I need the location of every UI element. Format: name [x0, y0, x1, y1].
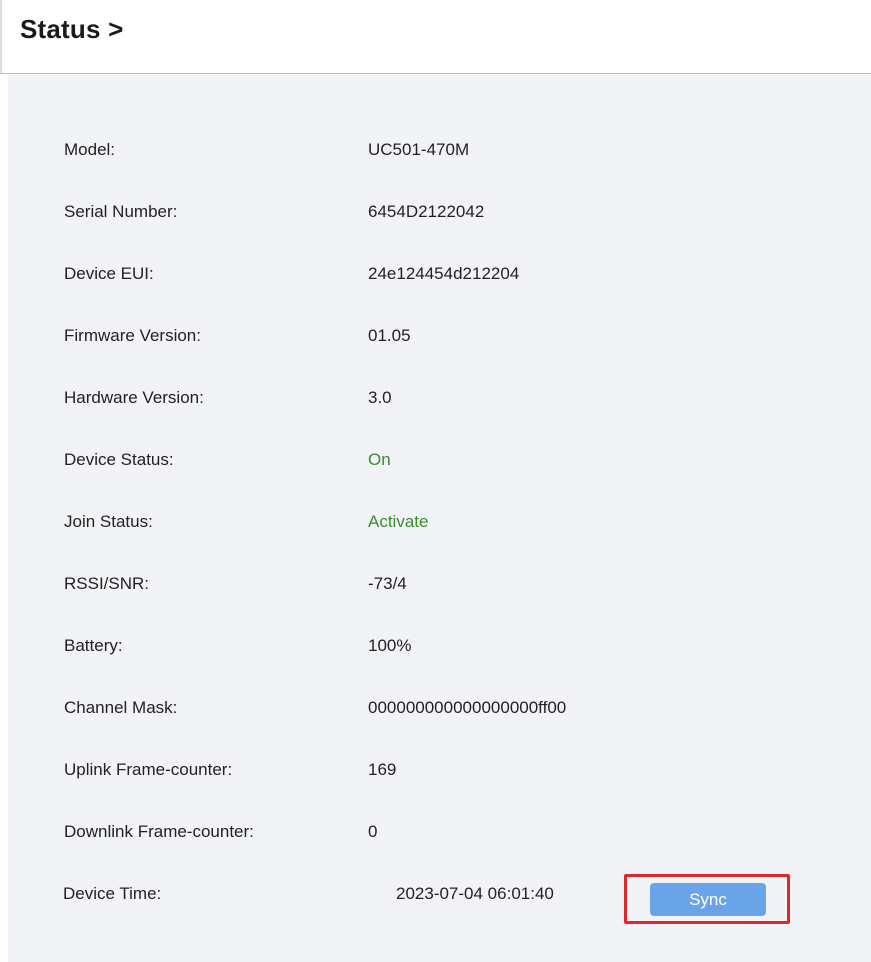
device-eui-row: Device EUI: 24e124454d212204: [8, 260, 871, 290]
hardware-version-value: 3.0: [368, 388, 392, 407]
downlink-frame-counter-row: Downlink Frame-counter: 0: [8, 818, 871, 848]
join-status-row: Join Status: Activate: [8, 508, 871, 538]
device-time-row: Device Time: 2023-07-04 06:01:40 Sync: [8, 874, 871, 924]
rssi-snr-value: -73/4: [368, 574, 407, 593]
channel-mask-label: Channel Mask:: [64, 698, 178, 717]
device-time-value: 2023-07-04 06:01:40: [396, 884, 554, 903]
firmware-version-row: Firmware Version: 01.05: [8, 322, 871, 352]
firmware-version-label: Firmware Version:: [64, 326, 201, 345]
serial-number-label: Serial Number:: [64, 202, 178, 221]
model-row: Model: UC501-470M: [8, 136, 871, 166]
join-status-value: Activate: [368, 512, 429, 531]
uplink-frame-counter-label: Uplink Frame-counter:: [64, 760, 233, 779]
serial-number-value: 6454D2122042: [368, 202, 485, 221]
battery-row: Battery: 100%: [8, 632, 871, 662]
model-value: UC501-470M: [368, 140, 470, 159]
device-eui-label: Device EUI:: [64, 264, 154, 283]
page-header: Status >: [0, 0, 871, 74]
battery-value: 100%: [368, 636, 412, 655]
uplink-frame-counter-row: Uplink Frame-counter: 169: [8, 756, 871, 786]
battery-label: Battery:: [64, 636, 123, 655]
hardware-version-label: Hardware Version:: [64, 388, 204, 407]
channel-mask-value: 000000000000000000ff00: [368, 698, 567, 717]
device-eui-value: 24e124454d212204: [368, 264, 520, 283]
device-status-row: Device Status: On: [8, 446, 871, 476]
join-status-label: Join Status:: [64, 512, 153, 531]
hardware-version-row: Hardware Version: 3.0: [8, 384, 871, 414]
downlink-frame-counter-value: 0: [368, 822, 378, 841]
page-title: Status >: [20, 14, 124, 44]
rssi-snr-row: RSSI/SNR: -73/4: [8, 570, 871, 600]
downlink-frame-counter-label: Downlink Frame-counter:: [64, 822, 254, 841]
firmware-version-value: 01.05: [368, 326, 411, 345]
channel-mask-row: Channel Mask: 000000000000000000ff00: [8, 694, 871, 724]
serial-number-row: Serial Number: 6454D2122042: [8, 198, 871, 228]
uplink-frame-counter-value: 169: [368, 760, 397, 779]
device-status-label: Device Status:: [64, 450, 174, 469]
sync-button[interactable]: Sync: [650, 883, 766, 916]
status-panel: Model: UC501-470M Serial Number: 6454D21…: [8, 74, 871, 962]
rssi-snr-label: RSSI/SNR:: [64, 574, 150, 593]
device-status-value: On: [368, 450, 391, 469]
device-time-label: Device Time:: [63, 884, 162, 903]
model-label: Model:: [64, 140, 116, 159]
